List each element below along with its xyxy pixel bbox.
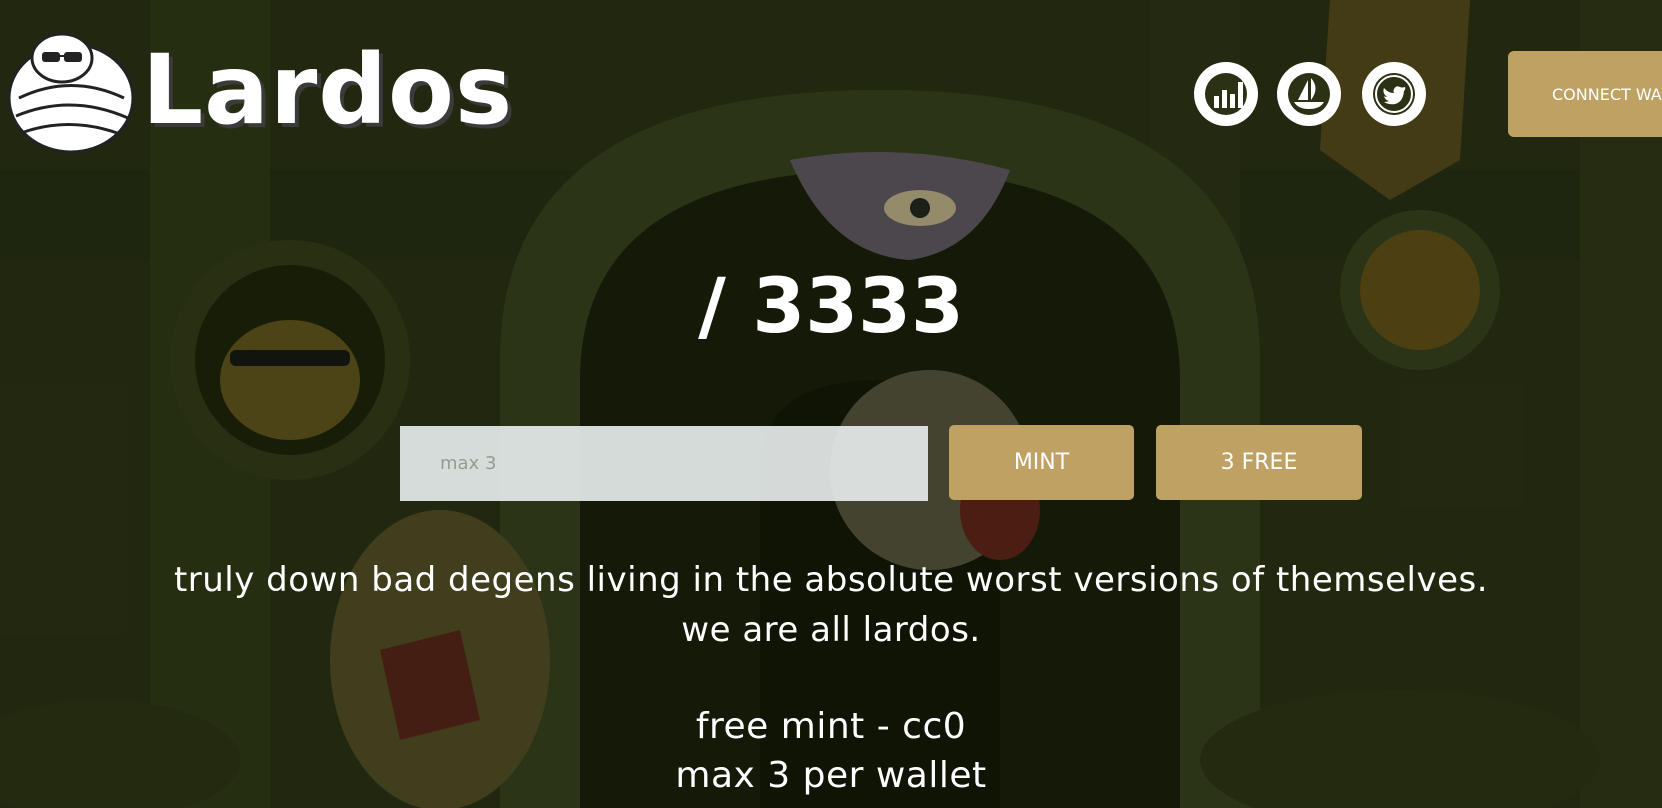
chart-icon — [1205, 73, 1247, 115]
connect-wallet-button[interactable]: CONNECT WALLET — [1508, 51, 1662, 137]
max-per-wallet-note: max 3 per wallet — [675, 755, 987, 796]
description-line-2: we are all lardos. — [681, 610, 981, 650]
description-line-1: truly down bad degens living in the abso… — [173, 560, 1489, 600]
twitter-icon — [1373, 73, 1415, 115]
opensea-link[interactable] — [1277, 62, 1341, 126]
lardos-mascot-logo[interactable] — [4, 28, 138, 156]
twitter-link[interactable] — [1362, 62, 1426, 126]
free-mint-note: free mint - cc0 — [695, 706, 967, 747]
brand-title: Lardos — [142, 34, 514, 146]
mint-quantity-input[interactable] — [400, 426, 928, 501]
chart-link[interactable] — [1194, 62, 1258, 126]
mint-button[interactable]: MINT — [949, 425, 1134, 500]
opensea-sailboat-icon — [1288, 73, 1330, 115]
supply-counter: / 3333 — [698, 261, 964, 350]
free-mint-button[interactable]: 3 FREE — [1156, 425, 1362, 500]
